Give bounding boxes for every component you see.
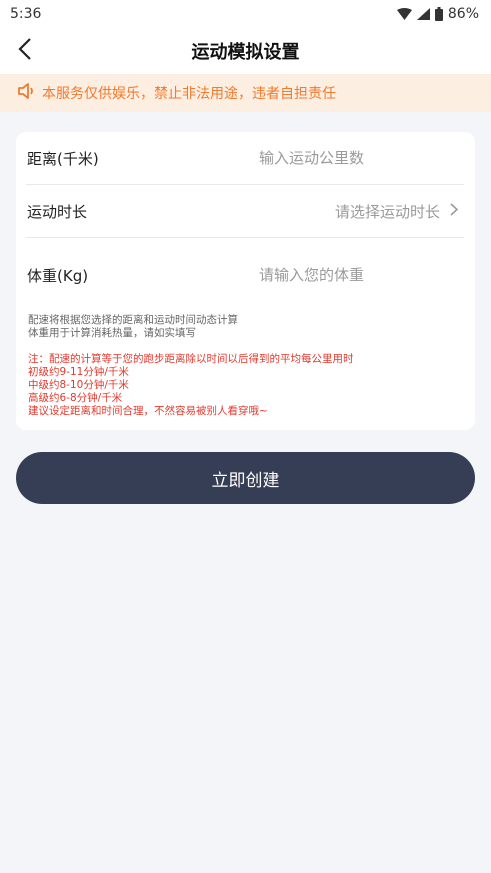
- distance-row: 距离(千米): [26, 132, 464, 185]
- status-time: 5:36: [10, 6, 42, 22]
- warning-line: 注：配速的计算等于您的跑步距离除以时间以后得到的平均每公里用时: [28, 353, 354, 365]
- hint-line: 配速将根据您选择的距离和运动时间动态计算: [28, 314, 238, 326]
- distance-input[interactable]: [144, 149, 364, 167]
- nav-bar: 运动模拟设置: [0, 28, 491, 74]
- warning-line: 高级约6-8分钟/千米: [28, 392, 123, 404]
- duration-select[interactable]: 请选择运动时长: [335, 201, 464, 222]
- settings-card: 距离(千米) 运动时长 请选择运动时长 体重(Kg) 配速将根据您选择的距离和运…: [16, 132, 475, 430]
- speaker-icon: [18, 83, 42, 103]
- wifi-icon: [396, 8, 412, 20]
- notice-text: 本服务仅供娱乐，禁止非法用途，违者自担责任: [42, 86, 336, 102]
- status-icons: 86%: [396, 6, 479, 22]
- warning-line: 中级约8-10分钟/千米: [28, 379, 129, 391]
- weight-row: 体重(Kg): [26, 249, 464, 301]
- create-button[interactable]: 立即创建: [16, 452, 475, 504]
- warning-line: 建议设定距离和时间合理，不然容易被别人看穿哦~: [28, 405, 268, 417]
- pace-warning: 注：配速的计算等于您的跑步距离除以时间以后得到的平均每公里用时 初级约9-11分…: [28, 353, 468, 418]
- duration-label: 运动时长: [27, 202, 88, 221]
- weight-input[interactable]: [144, 266, 364, 284]
- signal-icon: [416, 8, 430, 20]
- weight-label: 体重(Kg): [27, 266, 89, 285]
- duration-placeholder: 请选择运动时长: [334, 202, 440, 221]
- notice-bar: 本服务仅供娱乐，禁止非法用途，违者自担责任: [0, 74, 491, 112]
- warning-line: 初级约9-11分钟/千米: [28, 366, 129, 378]
- hint-text: 配速将根据您选择的距离和运动时间动态计算 体重用于计算消耗热量，请如实填写: [28, 314, 458, 340]
- battery-icon: [434, 7, 443, 21]
- hint-line: 体重用于计算消耗热量，请如实填写: [28, 327, 196, 339]
- duration-row[interactable]: 运动时长 请选择运动时长: [26, 185, 464, 238]
- back-button[interactable]: [10, 36, 40, 66]
- status-bar: 5:36 86%: [0, 0, 491, 28]
- battery-percent: 86%: [447, 6, 479, 22]
- page-title: 运动模拟设置: [191, 42, 300, 63]
- back-arrow-icon: [18, 38, 32, 64]
- distance-label: 距离(千米): [27, 149, 99, 168]
- chevron-right-icon: [440, 202, 464, 220]
